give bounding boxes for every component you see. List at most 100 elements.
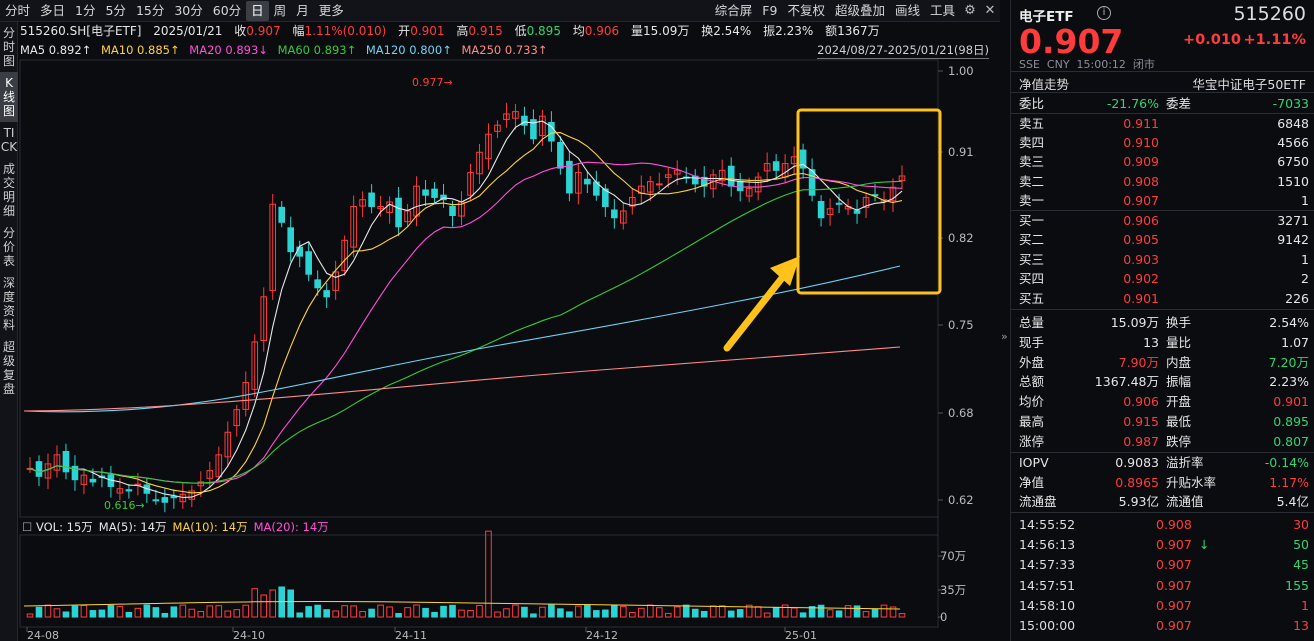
period-tab[interactable]: 多日 xyxy=(35,1,70,21)
period-toolbar: 分时 多日 1分 5分 15分 30分 60分日周月更多 综合屏 F9 不复权 超级叠加 画线 工具 ⚙ ✕ xyxy=(0,0,1000,22)
volume-bar xyxy=(233,609,241,618)
volume-bar xyxy=(602,609,609,618)
stat-row: 总额 1367.48万 振幅 2.23% xyxy=(1019,374,1309,390)
left-menu-item[interactable]: 超级复盘 xyxy=(0,336,18,400)
volume-bar xyxy=(269,589,277,618)
volume-bar xyxy=(637,607,645,618)
etf-stat-row: 净值 0.8965 升贴水率 1.17% xyxy=(1019,474,1309,490)
left-menu-item[interactable]: TICK xyxy=(0,122,18,158)
high-field: 高0.915 xyxy=(456,24,503,38)
left-vertical-menu: 分时图 K线图 TICK 成交明细 分价表 深度资料 超级复盘 xyxy=(0,22,18,641)
bid-level-row: 买五 0.901 226 xyxy=(1019,290,1309,306)
volume-bar xyxy=(107,604,115,618)
toolbar-tool-button[interactable]: 超级叠加 xyxy=(830,1,890,21)
volume-bar xyxy=(530,613,537,618)
period-tab[interactable]: 1分 xyxy=(70,1,100,21)
candle-body xyxy=(89,478,97,483)
left-menu-item[interactable]: K线图 xyxy=(0,72,18,122)
volume-bar xyxy=(593,610,600,618)
left-menu-item[interactable]: 深度资料 xyxy=(0,272,18,336)
low-annotation: 0.616→ xyxy=(104,499,145,512)
y-tick-label: 0.82 xyxy=(948,231,974,245)
nav-trend-title[interactable]: 净值走势 xyxy=(1019,74,1069,93)
period-tab[interactable]: 30分 xyxy=(169,1,207,21)
volume-legend-item: MA(5): 14万 xyxy=(98,520,167,534)
volume-bar xyxy=(251,588,259,618)
volume-bar xyxy=(521,606,528,618)
close-icon[interactable]: ✕ xyxy=(980,3,1000,18)
expand-chevron-icon[interactable]: » xyxy=(1001,330,1008,343)
left-menu-item[interactable]: 分价表 xyxy=(0,222,18,272)
volume-bar xyxy=(125,612,133,618)
volume-bar xyxy=(35,606,43,618)
period-tab[interactable]: 更多 xyxy=(314,1,349,21)
ma-legend: MA5 0.892↑ MA10 0.885↑ MA20 0.893↓ MA60 … xyxy=(20,42,995,59)
candle-body xyxy=(736,180,744,192)
volume-bar xyxy=(305,606,312,618)
volume-bar xyxy=(449,604,456,618)
ma250-label: MA250 0.733↑ xyxy=(461,43,548,57)
toolbar-tool-button[interactable]: 不复权 xyxy=(782,1,830,21)
toolbar-tool-button[interactable]: 工具 xyxy=(925,1,960,21)
stat-row: 涨停 0.987 跌停 0.807 xyxy=(1019,433,1309,449)
candle-body xyxy=(395,197,402,228)
period-tab[interactable]: 分时 xyxy=(0,1,35,21)
left-menu-item[interactable]: 分时图 xyxy=(0,22,18,72)
ma20-line xyxy=(29,161,903,484)
candle-body xyxy=(727,165,735,187)
volume-bar xyxy=(754,606,762,618)
volume-bar xyxy=(826,609,834,618)
volume-bar xyxy=(772,607,780,618)
volume-bar xyxy=(799,612,807,618)
toolbar-tool-button[interactable]: F9 xyxy=(757,1,782,21)
y-tick-label: 0.68 xyxy=(948,406,974,420)
volume-bar xyxy=(476,604,483,618)
x-tick-label: 24-08 xyxy=(27,629,59,641)
candle-body xyxy=(161,497,169,503)
gear-icon[interactable]: ⚙ xyxy=(960,3,980,18)
market-status: SSE CNY 15:00:12 闭市 xyxy=(1019,58,1155,71)
period-tab[interactable]: 月 xyxy=(291,1,314,21)
period-tab[interactable]: 周 xyxy=(269,1,292,21)
candle-body xyxy=(278,206,286,223)
order-imbalance-row: 委比 -21.76% 委差 -7033 xyxy=(1019,96,1309,111)
volume-bar xyxy=(467,610,474,618)
candle-body xyxy=(655,183,663,186)
stat-row: 最高 0.915 最低 0.895 xyxy=(1019,414,1309,429)
x-tick-label: 24-11 xyxy=(395,629,427,641)
volume-bar xyxy=(134,607,142,618)
vol-tick-label: 70万 xyxy=(940,549,966,563)
volume-bar xyxy=(44,604,52,618)
period-tab[interactable]: 5分 xyxy=(100,1,130,21)
volume-bar xyxy=(494,611,501,618)
volume-bar xyxy=(548,604,555,618)
volume-bar xyxy=(575,605,582,618)
quote-panel: 电子ETF i 515260 0.907 +0.010 +1.11% SSE C… xyxy=(1001,0,1314,641)
volume-bar xyxy=(620,605,627,618)
avg-field: 均0.906 xyxy=(572,24,620,38)
ma120-label: MA120 0.800↑ xyxy=(365,43,452,57)
bar-info-line: 515260.SH[电子ETF] 2025/01/21 收0.907 幅1.11… xyxy=(20,22,888,40)
bid-level-row: 买一 0.906 3271 xyxy=(1019,213,1309,228)
ask-level-row: 卖三 0.909 6750 xyxy=(1019,154,1309,170)
candle-body xyxy=(853,210,861,214)
ma60-line xyxy=(29,180,903,484)
candle-body xyxy=(35,461,43,477)
period-tab[interactable]: 日 xyxy=(246,0,269,21)
checkbox-icon: ☐ xyxy=(22,520,36,534)
toolbar-tool-button[interactable]: 综合屏 xyxy=(710,1,758,21)
volume-bar xyxy=(763,612,771,618)
ask-level-row: 卖二 0.908 1510 xyxy=(1019,173,1309,189)
ma10-line xyxy=(29,132,903,494)
volume-bar xyxy=(700,610,708,618)
turnover-field: 换2.54% xyxy=(701,24,752,38)
period-tab[interactable]: 15分 xyxy=(131,1,169,21)
toolbar-tool-button[interactable]: 画线 xyxy=(890,1,925,21)
kline-chart[interactable]: 1.00 0.91 0.82 0.75 0.68 0.62 70万 35万 0 24-08 24-1… xyxy=(0,0,1000,641)
down-arrow-icon: ↓ xyxy=(1199,537,1210,553)
volume-bar xyxy=(781,604,789,618)
left-menu-item[interactable]: 成交明细 xyxy=(0,158,18,222)
date-range-selector[interactable]: 2024/08/27-2025/01/21(98日) xyxy=(817,42,989,59)
info-icon[interactable]: i xyxy=(1097,6,1111,20)
period-tab[interactable]: 60分 xyxy=(208,1,246,21)
